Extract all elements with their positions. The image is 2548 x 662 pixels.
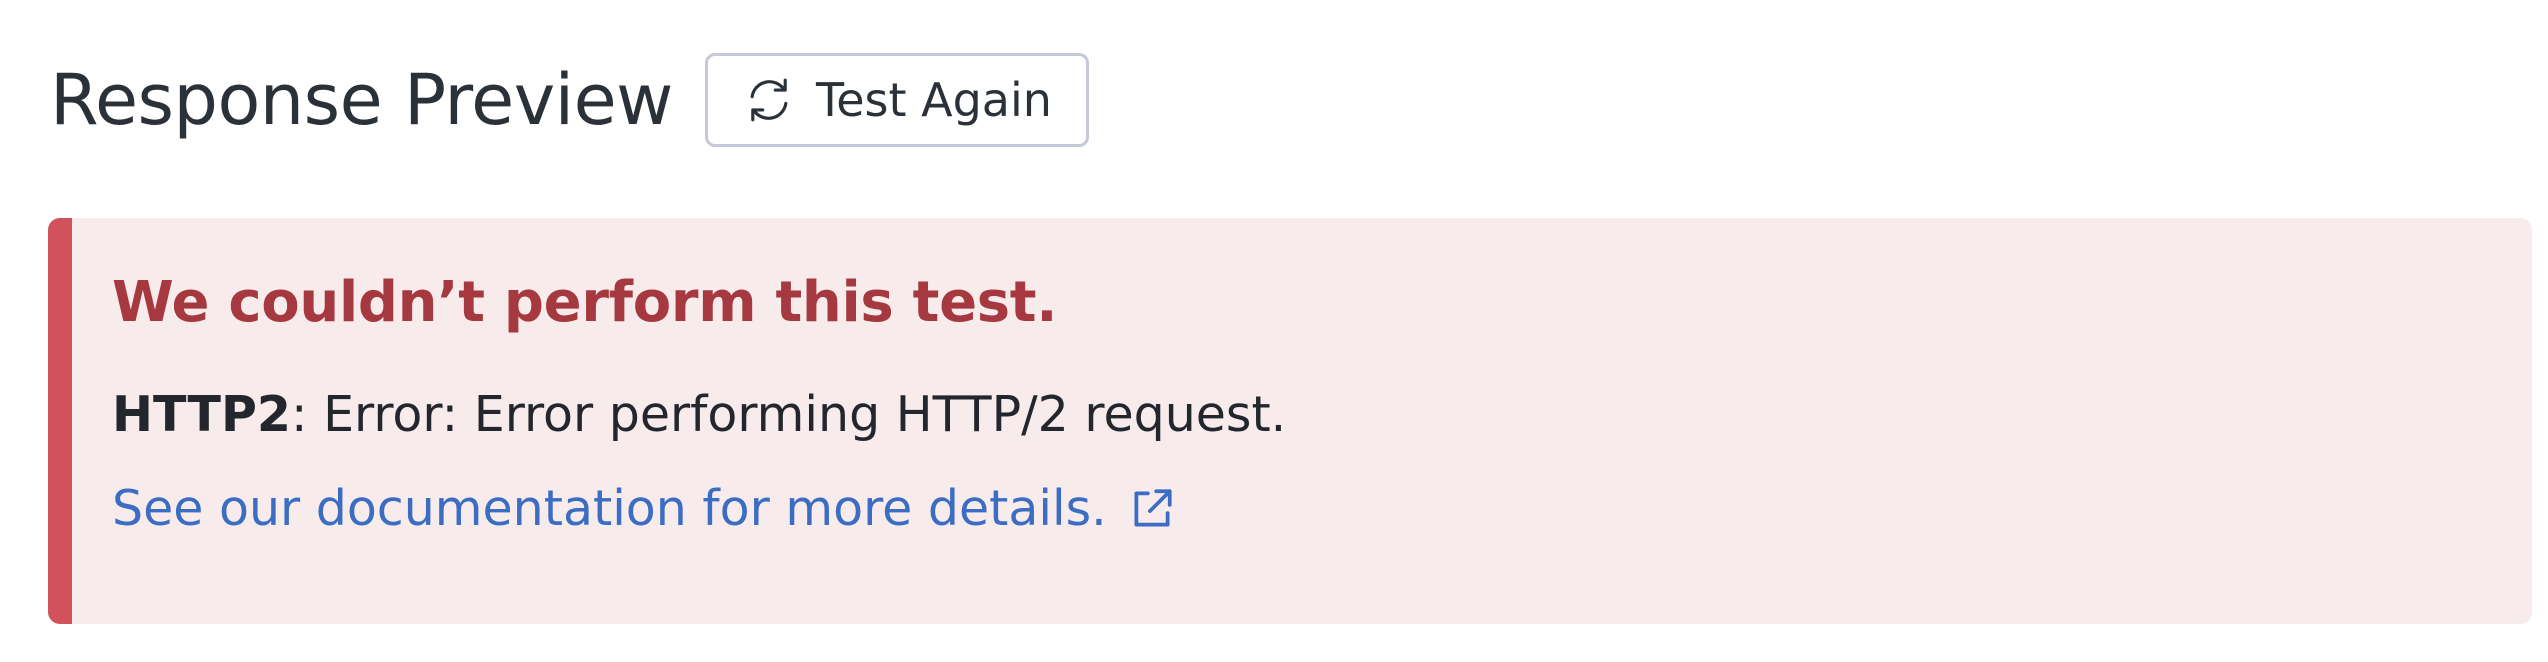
documentation-link[interactable]: See our documentation for more details.	[112, 480, 1177, 537]
alert-title: We couldn’t perform this test.	[112, 270, 1058, 335]
response-preview-header: Response Preview Test Again	[50, 50, 1089, 150]
documentation-link-text: See our documentation for more details.	[112, 480, 1107, 537]
alert-stripe	[48, 218, 72, 624]
test-again-button[interactable]: Test Again	[704, 53, 1089, 147]
error-code: HTTP2	[112, 386, 291, 443]
refresh-icon	[742, 73, 796, 127]
page-title: Response Preview	[50, 59, 673, 141]
external-link-icon	[1127, 484, 1177, 534]
test-again-label: Test Again	[815, 73, 1052, 127]
error-alert: We couldn’t perform this test. HTTP2: Er…	[48, 218, 2532, 624]
error-message: : Error: Error performing HTTP/2 request…	[291, 386, 1287, 443]
alert-message: HTTP2: Error: Error performing HTTP/2 re…	[112, 386, 1286, 443]
